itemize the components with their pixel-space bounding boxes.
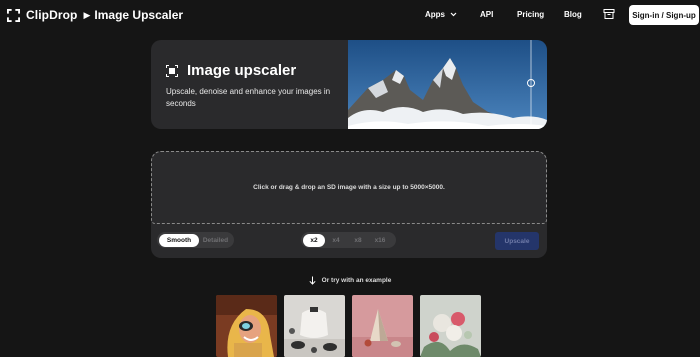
examples-prompt-text: Or try with an example <box>321 277 392 284</box>
logo[interactable]: ClipDrop ▶ Image Upscaler <box>7 8 183 22</box>
mountain-comparison-image[interactable] <box>348 40 547 129</box>
nav-api[interactable]: API <box>480 10 493 19</box>
scale-toggle: x2 x4 x8 x16 <box>301 232 396 248</box>
mode-detailed-option[interactable]: Detailed <box>199 234 232 247</box>
arrow-down-icon <box>309 276 316 285</box>
hero-subtitle: Upscale, denoise and enhance your images… <box>166 87 331 108</box>
scale-x8-option[interactable]: x8 <box>347 234 369 247</box>
mode-smooth-option[interactable]: Smooth <box>159 233 199 247</box>
archive-icon[interactable] <box>603 8 615 20</box>
hero-card: Image upscaler Upscale, denoise and enha… <box>151 40 547 129</box>
example-thumbnail-cone[interactable] <box>352 295 413 357</box>
chevron-down-icon <box>450 12 457 17</box>
scale-x4-option[interactable]: x4 <box>325 234 347 247</box>
mode-toggle: Smooth Detailed <box>157 232 234 248</box>
upscale-button[interactable]: Upscale <box>495 232 539 250</box>
brand-name: ClipDrop <box>26 8 78 22</box>
upscale-icon <box>166 64 178 77</box>
nav-pricing[interactable]: Pricing <box>517 10 544 19</box>
top-bar: ClipDrop ▶ Image Upscaler Apps API Prici… <box>0 0 700 30</box>
example-thumbnail-woman[interactable] <box>216 295 277 357</box>
signin-button[interactable]: Sign-in / Sign-up <box>629 5 699 25</box>
page-title: Image Upscaler <box>94 8 184 22</box>
upload-panel: Click or drag & drop an SD image with a … <box>151 151 547 258</box>
nav-apps-label: Apps <box>425 10 445 19</box>
hero-title-row: Image upscaler <box>166 62 296 79</box>
clipdrop-logo-icon <box>7 8 20 22</box>
hero-title: Image upscaler <box>187 62 297 79</box>
scale-x2-option[interactable]: x2 <box>303 233 325 247</box>
examples-prompt: Or try with an example <box>0 276 700 285</box>
example-thumbnail-kettle[interactable] <box>284 295 345 357</box>
nav-apps[interactable]: Apps <box>425 10 457 19</box>
nav-blog[interactable]: Blog <box>564 10 582 19</box>
image-dropzone[interactable]: Click or drag & drop an SD image with a … <box>151 151 547 224</box>
breadcrumb-arrow-icon: ▶ <box>83 9 91 20</box>
scale-x16-option[interactable]: x16 <box>369 234 391 247</box>
dropzone-instructions: Click or drag & drop an SD image with a … <box>253 184 445 191</box>
example-thumbnail-flowers[interactable] <box>420 295 481 357</box>
